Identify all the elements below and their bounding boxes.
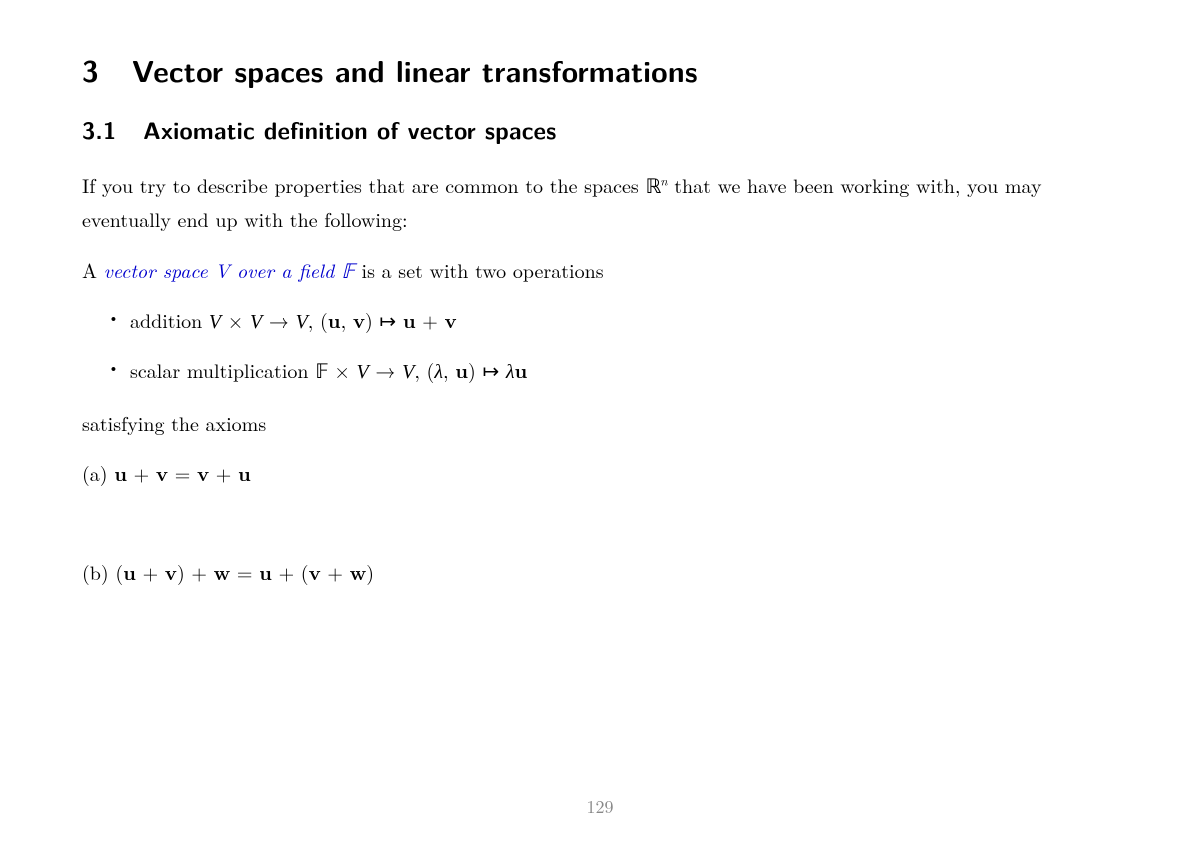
mapsto-symbol: ↦ <box>373 305 403 334</box>
plus-symbol2: + <box>209 458 238 487</box>
lambda: λ <box>434 361 443 383</box>
plus-symbol2: + <box>185 557 214 586</box>
arrow-symbol: → <box>262 305 295 334</box>
op-add-V2: V <box>250 311 262 333</box>
close-paren2: ) <box>366 557 374 586</box>
superscript-n: n <box>660 170 667 189</box>
close-paren: ) <box>177 557 185 586</box>
axiom-b: (b) (u + v) + w = u + (v + w) <box>82 557 1118 586</box>
operations-list: addition V × V → V, (u, v) ↦ u + v scala… <box>82 305 1118 387</box>
vec-u2: u <box>403 305 416 334</box>
axiom-a: (a) u + v = v + u <box>82 458 1118 487</box>
vec-w: w <box>214 557 231 586</box>
op-scal-label: scalar multiplication <box>130 355 315 384</box>
comma: , <box>443 355 455 384</box>
op-add-V3: V <box>296 311 308 333</box>
arrow-symbol: → <box>369 355 402 384</box>
op-scal-V1: V <box>357 361 369 383</box>
vec-u: u <box>114 458 127 487</box>
plus-symbol: + <box>416 305 445 334</box>
satisfying-line: satisfying the axioms <box>82 407 1118 438</box>
op-scal-V2: V <box>402 361 414 383</box>
axiom-a-label: (a) <box>82 458 114 487</box>
op-add-label: addition <box>130 305 209 334</box>
comma: , <box>341 305 353 334</box>
def-tail: is a set with two operations <box>355 255 604 284</box>
page-content: 3 Vector spaces and linear transformatio… <box>0 0 1200 586</box>
equals-symbol: = <box>230 557 259 586</box>
vec-v2: v <box>444 305 456 334</box>
intro-paragraph: If you try to describe properties that a… <box>82 169 1118 234</box>
lambda2: λ <box>506 361 515 383</box>
open-paren: , ( <box>414 355 434 384</box>
plus-symbol: + <box>136 557 165 586</box>
vec-v: v <box>156 458 168 487</box>
open-paren: , ( <box>308 305 328 334</box>
open-paren: ( <box>115 557 123 586</box>
plus-symbol4: + <box>321 557 350 586</box>
open-paren2: ( <box>301 557 309 586</box>
definition-line: A vector space V over a field 𝔽 is a set… <box>82 254 1118 285</box>
plus-symbol: + <box>127 458 156 487</box>
operation-scalar-mult: scalar multiplication 𝔽 × V → V, (λ, u) … <box>130 355 1118 387</box>
section-number: 3 <box>82 48 99 91</box>
def-term: vector space V over a field 𝔽 <box>104 255 355 284</box>
vec-u: u <box>123 557 136 586</box>
close-paren: ) <box>365 305 373 334</box>
section-title: Vector spaces and linear transformations <box>132 48 698 91</box>
vec-u: u <box>328 305 341 334</box>
vec-u2: u <box>259 557 272 586</box>
vec-w2: w <box>350 557 367 586</box>
times-symbol: × <box>328 355 357 384</box>
vec-u: u <box>455 355 468 384</box>
def-lead: A <box>82 255 104 284</box>
vec-u2: u <box>238 458 251 487</box>
vec-v: v <box>353 305 365 334</box>
vec-u2: u <box>515 355 528 384</box>
times-symbol: × <box>221 305 250 334</box>
axiom-b-label: (b) <box>82 557 115 586</box>
real-numbers-symbol: ℝ <box>645 176 660 198</box>
mapsto-symbol: ↦ <box>476 355 506 384</box>
plus-symbol3: + <box>272 557 301 586</box>
vec-v: v <box>165 557 177 586</box>
intro-text-1: If you try to describe properties that a… <box>82 170 645 199</box>
field-symbol: 𝔽 <box>315 361 327 383</box>
vec-v2: v <box>309 557 321 586</box>
subsection-title: Axiomatic definition of vector spaces <box>143 113 556 147</box>
vec-v2: v <box>197 458 209 487</box>
subsection-number: 3.1 <box>82 113 116 147</box>
page-number: 129 <box>0 794 1200 819</box>
op-add-V1: V <box>209 311 221 333</box>
section-heading: 3 Vector spaces and linear transformatio… <box>82 48 1118 91</box>
subsection-heading: 3.1 Axiomatic definition of vector space… <box>82 113 1118 147</box>
close-paren: ) <box>468 355 476 384</box>
equals-symbol: = <box>168 458 197 487</box>
operation-addition: addition V × V → V, (u, v) ↦ u + v <box>130 305 1118 337</box>
